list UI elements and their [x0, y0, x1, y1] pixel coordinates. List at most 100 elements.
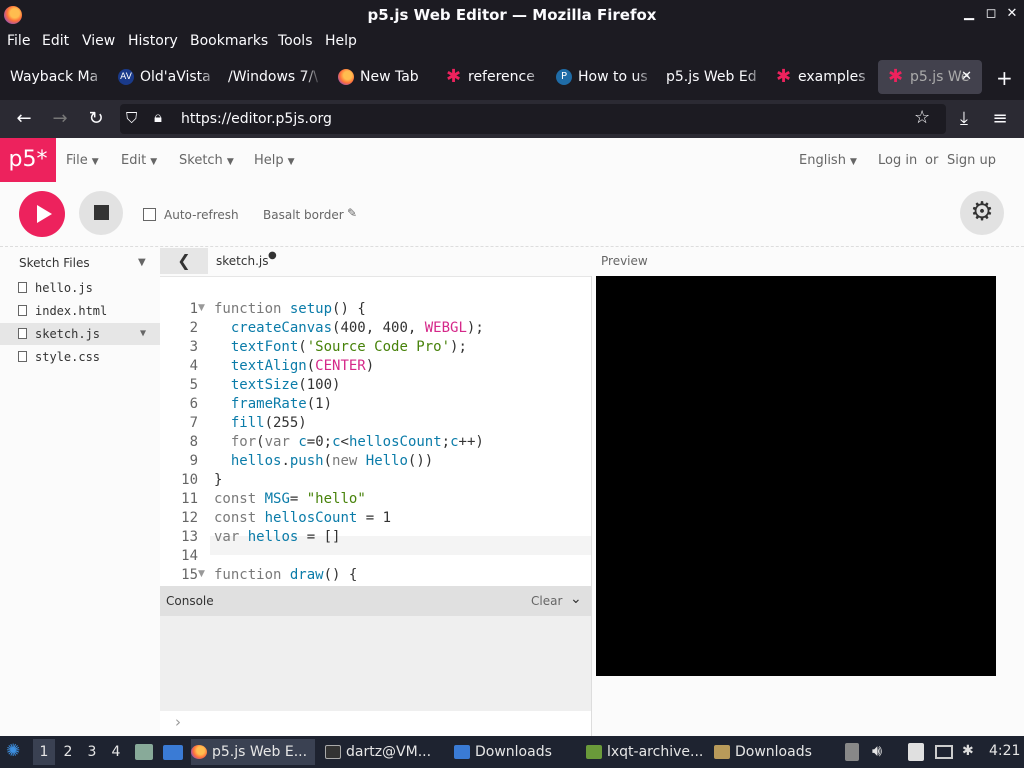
settings-icon[interactable]: ✱ — [962, 743, 974, 759]
minimize-button[interactable]: ▁ — [961, 6, 977, 21]
sketch-name[interactable]: Basalt border — [263, 208, 344, 222]
url-text[interactable]: https://editor.p5js.org — [181, 111, 332, 127]
code-line[interactable]: fill(255) — [214, 415, 307, 431]
taskbar-item-downloads[interactable]: Downloads — [454, 739, 576, 765]
firefox-icon — [338, 69, 354, 85]
tab-new-tab[interactable]: New Tab — [328, 60, 428, 94]
code-line[interactable]: } — [214, 472, 222, 488]
code-line[interactable]: const hellosCount = 1 — [214, 510, 391, 526]
clear-console-button[interactable]: Clear — [531, 594, 562, 608]
downloads-icon[interactable]: ⤓ — [952, 108, 976, 129]
desktop-icon[interactable] — [163, 745, 183, 760]
preview-canvas[interactable] — [596, 276, 996, 676]
workspace-3[interactable]: 3 — [81, 739, 103, 765]
login-link[interactable]: Log in — [878, 153, 917, 168]
back-arrow-icon[interactable]: ← — [12, 108, 36, 129]
settings-gear-button[interactable]: ⚙ — [960, 191, 1004, 235]
code-line[interactable]: for(var c=0;c<hellosCount;c++) — [214, 434, 484, 450]
file-item-selected[interactable]: sketch.js ▼ — [0, 323, 160, 345]
file-item[interactable]: style.css — [0, 346, 160, 368]
chevron-down-icon: ▼ — [91, 157, 99, 167]
clipboard-icon[interactable] — [908, 743, 924, 761]
tab-p5-editor-2[interactable]: p5.js Web Ed — [656, 60, 764, 94]
code-line[interactable]: createCanvas(400, 400, WEBGL); — [214, 320, 484, 336]
code-editor[interactable]: 1 function setup() {▼ 2 createCanvas(400, … — [160, 276, 592, 586]
code-line[interactable]: const MSG= "hello" — [214, 491, 366, 507]
workspace-4[interactable]: 4 — [105, 739, 127, 765]
menu-edit[interactable]: Edit — [42, 33, 69, 49]
close-window-button[interactable]: ✕ — [1004, 6, 1020, 21]
code-line[interactable]: textFont('Source Code Pro'); — [214, 339, 467, 355]
code-line[interactable]: function draw() { — [214, 567, 357, 583]
tab-examples[interactable]: ✱ examples — [766, 60, 874, 94]
url-bar[interactable]: ⛉ 🔒︎ https://editor.p5js.org ☆ — [120, 104, 946, 134]
fold-arrow-icon[interactable]: ▼ — [198, 569, 205, 579]
close-tab-icon[interactable]: ✕ — [961, 60, 972, 94]
console-input[interactable]: › — [160, 711, 592, 736]
p5-logo[interactable]: p5* — [0, 138, 56, 182]
maximize-button[interactable]: ◻ — [983, 6, 999, 21]
menu-file[interactable]: File — [7, 33, 30, 49]
p5-menu-file[interactable]: File ▼ — [66, 153, 99, 168]
code-line[interactable]: hellos.push(new Hello()) — [214, 453, 433, 469]
reload-icon[interactable]: ↻ — [84, 108, 108, 129]
menu-help[interactable]: Help — [325, 33, 357, 49]
stop-button[interactable] — [79, 191, 123, 235]
p5-menu-edit[interactable]: Edit ▼ — [121, 153, 157, 168]
code-line[interactable]: textAlign(CENTER) — [214, 358, 374, 374]
shield-icon[interactable]: ⛉ — [126, 109, 137, 127]
start-menu-icon[interactable]: ✺ — [6, 741, 20, 761]
tab-wayback[interactable]: Wayback Ma — [0, 60, 106, 94]
menu-tools[interactable]: Tools — [278, 33, 313, 49]
line-number: 6 — [189, 396, 198, 412]
p-icon: P — [556, 69, 572, 85]
p5-menu-sketch[interactable]: Sketch ▼ — [179, 153, 234, 168]
collapse-sidebar-button[interactable]: ❮ — [160, 248, 208, 274]
tab-windows7[interactable]: /Windows 7/\ — [218, 60, 322, 94]
hamburger-menu-icon[interactable]: ≡ — [988, 108, 1012, 129]
code-line[interactable]: textSize(100) — [214, 377, 341, 393]
file-manager-icon[interactable] — [135, 744, 153, 760]
fold-arrow-icon[interactable]: ▼ — [198, 303, 205, 313]
device-icon[interactable] — [845, 743, 859, 761]
pencil-icon[interactable]: ✎ — [347, 206, 357, 220]
language-select[interactable]: English ▼ — [799, 153, 857, 168]
file-item[interactable]: hello.js — [0, 277, 160, 299]
lock-icon[interactable]: 🔒︎ — [154, 108, 162, 126]
signup-link[interactable]: Sign up — [947, 153, 996, 168]
new-tab-button[interactable]: + — [996, 66, 1013, 90]
code-line[interactable]: frameRate(1) — [214, 396, 332, 412]
editor-tab-name[interactable]: sketch.js — [216, 254, 268, 268]
play-button[interactable] — [19, 191, 65, 237]
auto-refresh-checkbox[interactable] — [143, 208, 156, 221]
window-title-bar: p5.js Web Editor — Mozilla Firefox ▁ ◻ ✕ — [0, 0, 1024, 30]
taskbar-item-terminal[interactable]: dartz@VM... — [325, 739, 443, 765]
tab-how-to[interactable]: P How to us — [546, 60, 654, 94]
bookmark-star-icon[interactable]: ☆ — [914, 107, 930, 128]
folder-icon — [454, 745, 470, 759]
chevron-down-icon[interactable]: ⌄ — [570, 591, 582, 607]
terminal-icon — [325, 745, 341, 759]
code-line[interactable]: var hellos = [] — [214, 529, 340, 545]
menu-bookmarks[interactable]: Bookmarks — [190, 33, 268, 49]
code-line[interactable]: function setup() { — [214, 301, 366, 317]
workspace-2[interactable]: 2 — [57, 739, 79, 765]
firefox-icon — [191, 745, 207, 759]
tab-oldavista[interactable]: AV Old'aVista — [108, 60, 218, 94]
taskbar-item-firefox[interactable]: p5.js Web E... — [191, 739, 315, 765]
forward-arrow-icon[interactable]: → — [48, 108, 72, 129]
menu-history[interactable]: History — [128, 33, 178, 49]
taskbar-item-downloads-2[interactable]: Downloads — [714, 739, 836, 765]
line-number: 10 — [181, 472, 198, 488]
tab-reference[interactable]: ✱ reference — [436, 60, 544, 94]
file-item[interactable]: index.html — [0, 300, 160, 322]
workspace-1[interactable]: 1 — [33, 739, 55, 765]
archive-icon — [586, 745, 602, 759]
tab-p5-editor-active[interactable]: ✱ p5.js We ✕ — [878, 60, 982, 94]
chevron-down-icon[interactable]: ▼ — [138, 257, 146, 268]
taskbar-item-archiver[interactable]: lxqt-archive... — [586, 739, 704, 765]
volume-icon[interactable]: 🔊︎ — [872, 741, 882, 761]
p5-menu-help[interactable]: Help ▼ — [254, 153, 295, 168]
network-icon[interactable] — [935, 745, 953, 759]
menu-view[interactable]: View — [82, 33, 115, 49]
